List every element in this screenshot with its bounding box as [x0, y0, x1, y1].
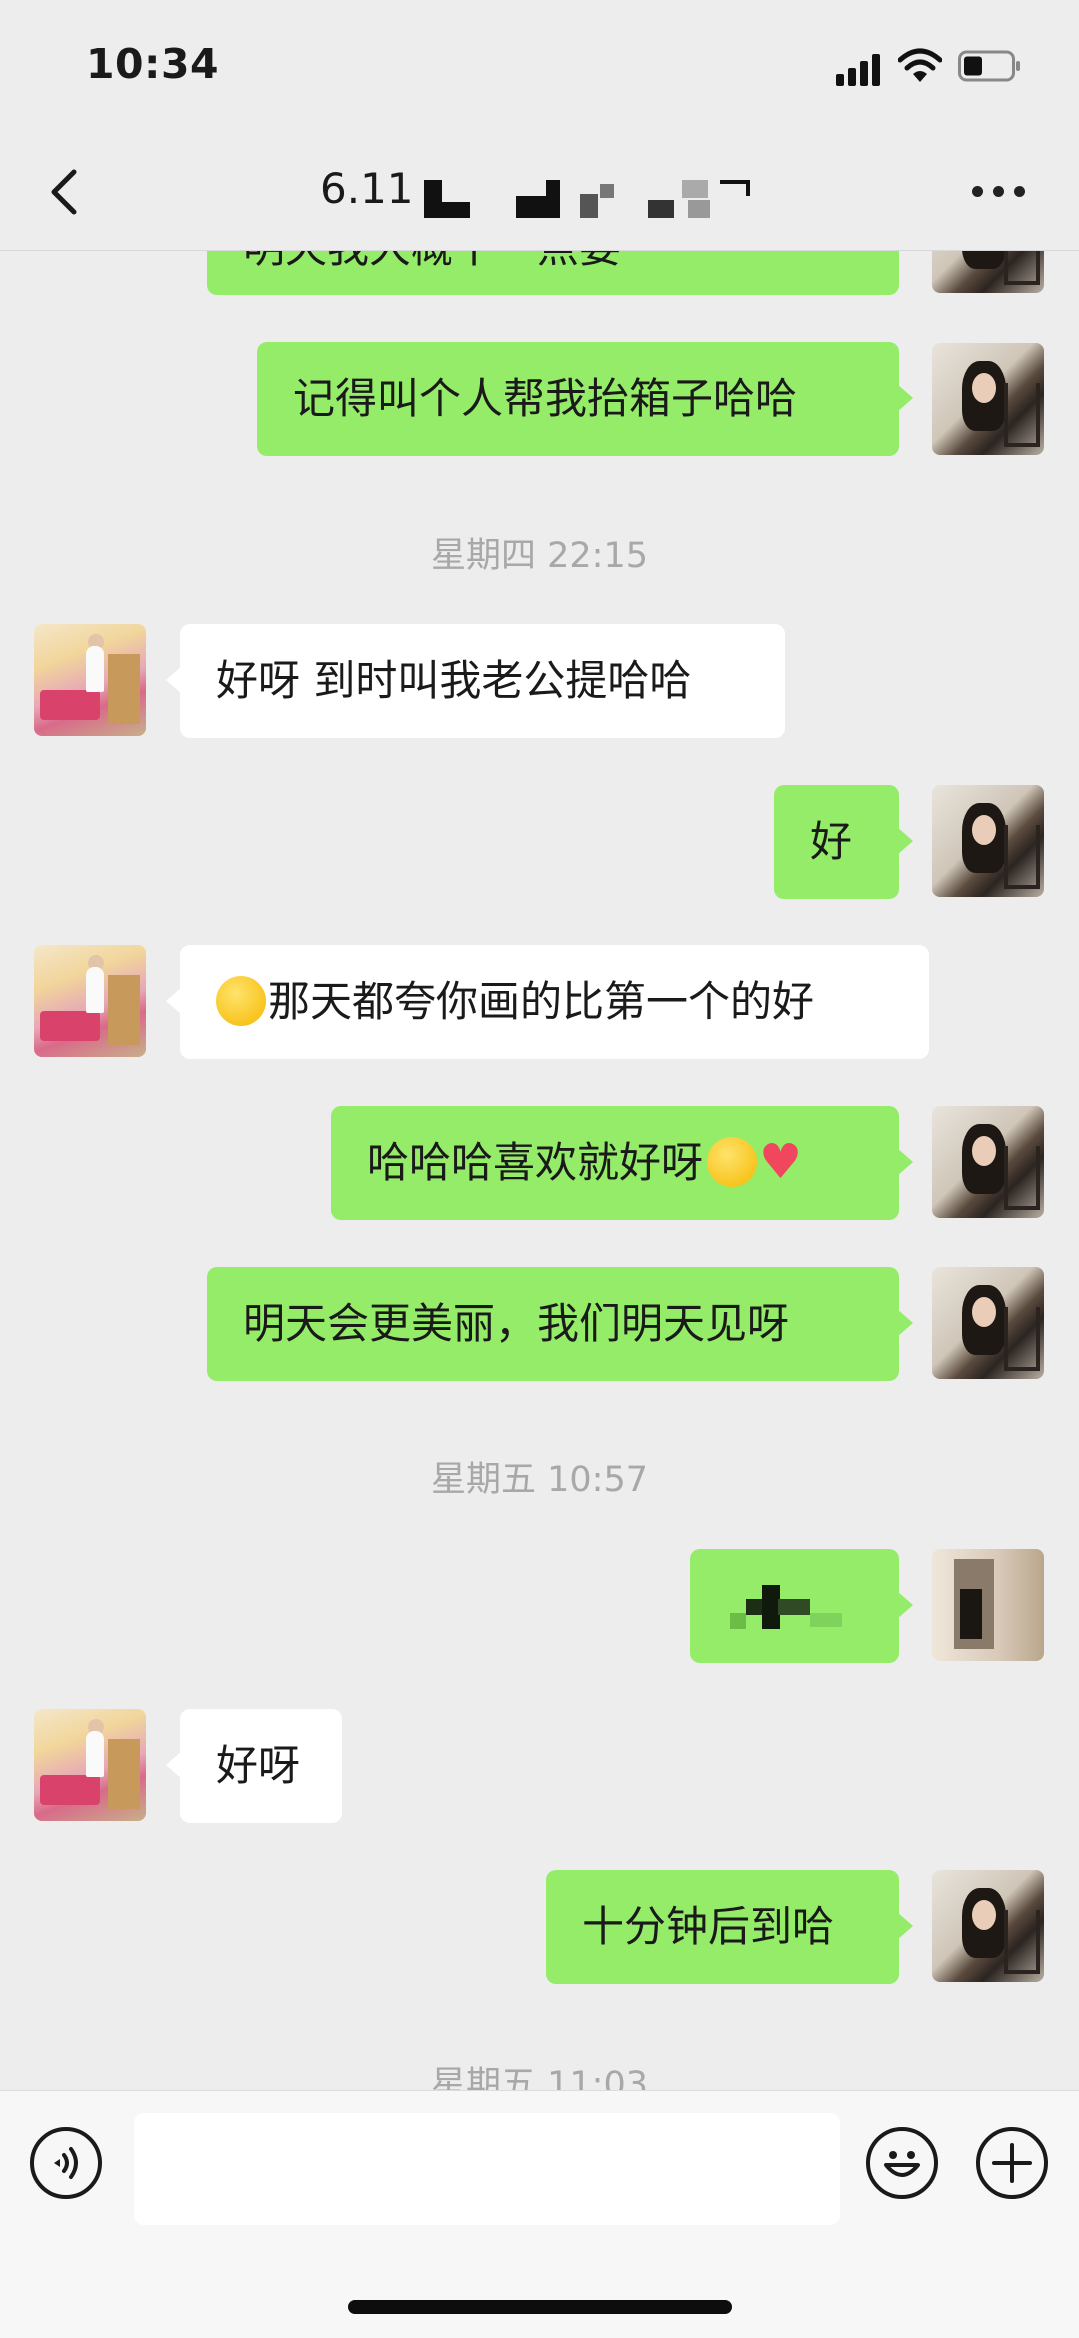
back-icon[interactable] — [36, 162, 96, 222]
message-bubble[interactable]: 十分钟后到哈 — [546, 1870, 913, 1984]
redacted-title — [420, 180, 760, 220]
message-bubble[interactable]: 那天都夸你画的比第一个的好 — [166, 945, 929, 1059]
thinking-emoji-icon — [216, 975, 266, 1026]
battery-icon — [958, 50, 1020, 82]
avatar[interactable] — [932, 1870, 1044, 1982]
message-bubble[interactable]: 好 — [774, 785, 913, 899]
redacted-message-bubble[interactable] — [690, 1549, 913, 1663]
chat-title: 6.11 — [320, 164, 414, 213]
more-icon[interactable] — [972, 186, 1026, 200]
timestamp: 星期五 11:03 — [431, 2065, 648, 2090]
status-time: 10:34 — [86, 40, 220, 88]
avatar[interactable] — [34, 945, 146, 1057]
timestamp: 星期五 10:57 — [431, 1460, 648, 1500]
plus-icon[interactable] — [976, 2127, 1048, 2199]
home-indicator[interactable] — [348, 2300, 732, 2314]
avatar[interactable] — [932, 785, 1044, 897]
message-input[interactable] — [134, 2113, 840, 2225]
redacted-content — [730, 1585, 850, 1629]
message-bubble[interactable]: 明天我大概十一点要 — [207, 251, 899, 295]
message-bubble[interactable]: 记得叫个人帮我抬箱子哈哈 — [257, 342, 913, 456]
message-bubble[interactable]: 哈哈哈喜欢就好呀 ♥ — [331, 1106, 913, 1220]
message-bubble[interactable]: 好呀 — [166, 1709, 342, 1823]
status-bar: 10:34 — [0, 0, 1079, 140]
avatar[interactable] — [932, 251, 1044, 293]
timestamp: 星期四 22:15 — [431, 536, 648, 576]
avatar[interactable] — [932, 1267, 1044, 1379]
wifi-icon — [898, 48, 942, 82]
avatar[interactable] — [34, 624, 146, 736]
surprised-emoji-icon — [707, 1136, 758, 1187]
heart-emoji-icon: ♥ — [759, 1133, 803, 1190]
avatar[interactable] — [34, 1709, 146, 1821]
message-bubble[interactable]: 好呀 到时叫我老公提哈哈 — [166, 624, 785, 738]
message-bubble[interactable]: 明天会更美丽，我们明天见呀 — [207, 1267, 913, 1381]
avatar[interactable] — [932, 1106, 1044, 1218]
emoji-icon[interactable] — [866, 2127, 938, 2199]
message-list[interactable]: 明天我大概十一点要 记得叫个人帮我抬箱子哈哈 星期四 22:15 好呀 到时叫我… — [0, 251, 1079, 2090]
avatar[interactable] — [932, 343, 1044, 455]
signal-icon — [836, 52, 886, 86]
chat-header: 6.11 — [0, 140, 1079, 251]
voice-icon[interactable] — [30, 2127, 102, 2199]
avatar[interactable] — [932, 1549, 1044, 1661]
